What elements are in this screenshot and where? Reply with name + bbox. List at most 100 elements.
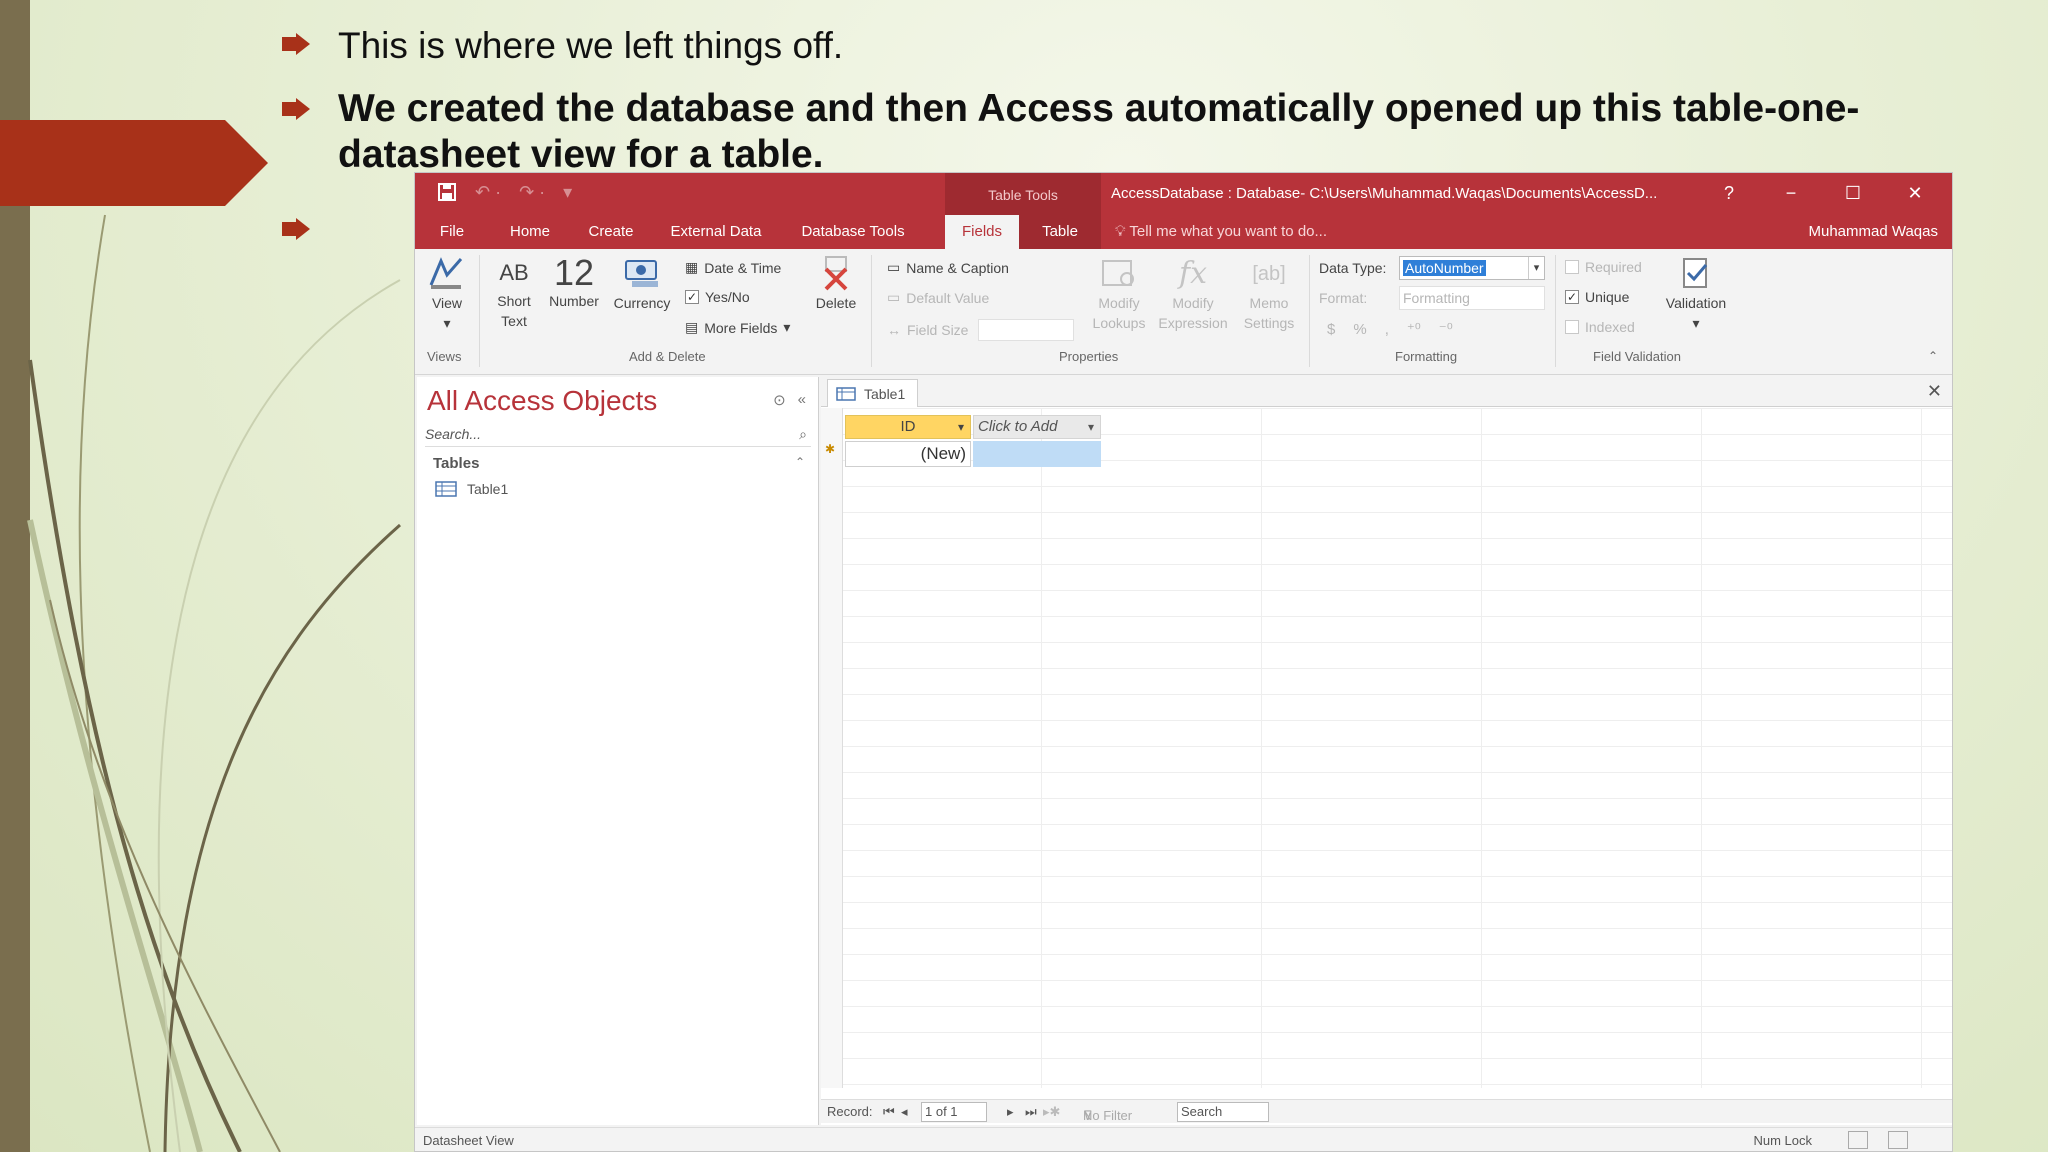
redo-icon[interactable]: ↷ · — [519, 182, 545, 207]
memo-settings-button[interactable]: [ab] Memo Settings — [1237, 255, 1301, 333]
percent-format-icon[interactable]: % — [1353, 321, 1366, 338]
tab-file[interactable]: File — [423, 215, 481, 249]
tab-home[interactable]: Home — [499, 215, 561, 249]
name-caption-button[interactable]: ▭ Name & Caption — [887, 259, 1009, 276]
column-header-click-to-add[interactable]: Click to Add ▾ — [973, 415, 1101, 439]
number-button[interactable]: 12 Number — [545, 255, 603, 311]
customize-icon[interactable]: ▾ — [563, 182, 572, 207]
datasheet-view-icon[interactable] — [1848, 1131, 1868, 1149]
close-icon[interactable]: ✕ — [1884, 173, 1946, 213]
comma-format-icon[interactable]: , — [1385, 321, 1389, 338]
currency-format-icon[interactable]: $ — [1327, 321, 1335, 338]
design-view-icon[interactable] — [1888, 1131, 1908, 1149]
tab-database-tools[interactable]: Database Tools — [789, 215, 917, 249]
save-icon[interactable] — [437, 182, 457, 207]
quick-access-toolbar: ↶ · ↷ · ▾ — [437, 182, 572, 207]
new-record-id-cell[interactable]: (New) — [845, 441, 971, 467]
modify-expression-button[interactable]: fx Modify Expression — [1155, 255, 1231, 333]
document-tab-table1[interactable]: Table1 — [827, 379, 919, 407]
yes-no-label: Yes/No — [705, 289, 750, 305]
required-checkbox[interactable]: Required — [1565, 259, 1642, 275]
help-icon[interactable]: ? — [1698, 173, 1760, 213]
field-size-field[interactable]: ↔ Field Size — [887, 319, 1075, 341]
tab-table[interactable]: Table — [1019, 215, 1101, 249]
checkbox-icon — [1565, 320, 1579, 334]
name-caption-label: Name & Caption — [906, 259, 1009, 276]
tell-me-box[interactable]: 💡︎ Tell me what you want to do... — [1115, 215, 1327, 249]
more-fields-label: More Fields — [704, 319, 778, 336]
field-size-input[interactable] — [978, 319, 1075, 341]
modify-expression-label-2: Expression — [1158, 315, 1228, 331]
currency-label: Currency — [613, 295, 671, 311]
bullet-arrow-icon — [282, 33, 310, 55]
tab-external-data[interactable]: External Data — [661, 215, 771, 249]
new-record-icon[interactable]: ✱ — [825, 442, 835, 456]
last-record-icon[interactable]: ⏭ — [1025, 1104, 1037, 1120]
field-size-icon: ↔ — [887, 322, 901, 338]
memo-icon: [ab] — [1252, 263, 1286, 285]
minimize-icon[interactable]: − — [1760, 173, 1822, 213]
memo-settings-label: Memo — [1249, 295, 1289, 311]
short-text-button[interactable]: AB Short Text — [489, 255, 539, 331]
previous-record-icon[interactable]: ◂ — [901, 1104, 908, 1120]
checkbox-checked-icon: ✓ — [1565, 290, 1579, 304]
date-time-button[interactable]: ▦ Date & Time — [685, 259, 781, 276]
nav-item-table1[interactable]: Table1 — [435, 481, 508, 497]
modify-lookups-label: Modify — [1098, 295, 1140, 311]
close-document-icon[interactable]: ✕ — [1927, 381, 1942, 402]
decrease-decimals-icon[interactable]: ⁻⁰ — [1439, 320, 1453, 338]
tab-fields[interactable]: Fields — [945, 215, 1019, 249]
validation-button[interactable]: Validation ▾ — [1657, 255, 1735, 333]
new-record-nav-icon[interactable]: ▸✱ — [1043, 1104, 1060, 1120]
data-type-label: Data Type: — [1319, 260, 1387, 276]
delete-button[interactable]: Delete — [813, 255, 859, 313]
current-record-input[interactable]: 1 of 1 — [921, 1102, 987, 1122]
group-add-delete-label: Add & Delete — [629, 349, 706, 364]
number-format-buttons: $ % , ⁺⁰ ⁻⁰ — [1327, 320, 1453, 339]
view-button[interactable]: View ▾ — [425, 255, 469, 333]
nav-collapse-icon[interactable]: « — [798, 391, 806, 409]
nav-pane-title[interactable]: All Access Objects — [427, 385, 657, 417]
increase-decimals-icon[interactable]: ⁺⁰ — [1407, 320, 1421, 338]
status-view-name: Datasheet View — [423, 1133, 514, 1148]
table-icon — [435, 481, 457, 497]
title-bar: ↶ · ↷ · ▾ Table Tools AccessDatabase : D… — [415, 173, 1952, 215]
more-fields-button[interactable]: ▤ More Fields ▾ — [685, 319, 790, 336]
search-icon[interactable]: ⌕ — [799, 421, 807, 447]
collapse-ribbon-icon[interactable]: ⌃ — [1928, 349, 1938, 363]
default-value-button[interactable]: ▭ Default Value — [887, 289, 989, 306]
modify-lookups-button[interactable]: Modify Lookups — [1089, 255, 1149, 333]
next-record-icon[interactable]: ▸ — [1007, 1104, 1014, 1120]
nav-item-label: Table1 — [467, 481, 509, 497]
delete-label: Delete — [815, 295, 857, 311]
format-dropdown[interactable]: Formatting — [1399, 286, 1545, 310]
calendar-icon: ▦ — [685, 259, 699, 275]
nav-category-tables[interactable]: Tables ⌃ — [433, 455, 813, 472]
nav-search-input[interactable]: Search... ⌕ — [425, 421, 811, 447]
bullet-text: This is where we left things off. — [338, 25, 844, 66]
first-record-icon[interactable]: ⏮ — [883, 1104, 895, 1120]
chevron-up-icon[interactable]: ⌃ — [795, 455, 805, 469]
nav-menu-icon[interactable]: ⊙ — [773, 391, 786, 409]
delete-icon — [824, 256, 848, 291]
status-bar: Datasheet View Num Lock — [415, 1127, 1952, 1151]
record-search-input[interactable]: Search — [1177, 1102, 1269, 1122]
chevron-down-icon[interactable]: ▾ — [958, 416, 964, 438]
indexed-checkbox[interactable]: Indexed — [1565, 319, 1635, 335]
data-type-dropdown[interactable]: AutoNumber ▾ — [1399, 256, 1545, 280]
document-tab-label: Table1 — [864, 385, 906, 402]
new-record-add-cell[interactable] — [973, 441, 1101, 467]
tab-create[interactable]: Create — [579, 215, 643, 249]
checkbox-icon — [1565, 260, 1579, 274]
chevron-down-icon[interactable]: ▾ — [1088, 416, 1094, 438]
tell-me-text: Tell me what you want to do... — [1129, 223, 1328, 240]
undo-icon[interactable]: ↶ · — [475, 182, 501, 207]
currency-button[interactable]: Currency — [609, 255, 675, 313]
maximize-icon[interactable]: ☐ — [1822, 173, 1884, 213]
validation-icon — [1683, 258, 1708, 288]
unique-checkbox[interactable]: ✓ Unique — [1565, 289, 1629, 305]
context-tab-label: Table Tools — [945, 173, 1101, 215]
yes-no-button[interactable]: ✓ Yes/No — [685, 289, 750, 305]
user-name[interactable]: Muhammad Waqas — [1809, 215, 1939, 249]
column-header-id[interactable]: ID ▾ — [845, 415, 971, 439]
